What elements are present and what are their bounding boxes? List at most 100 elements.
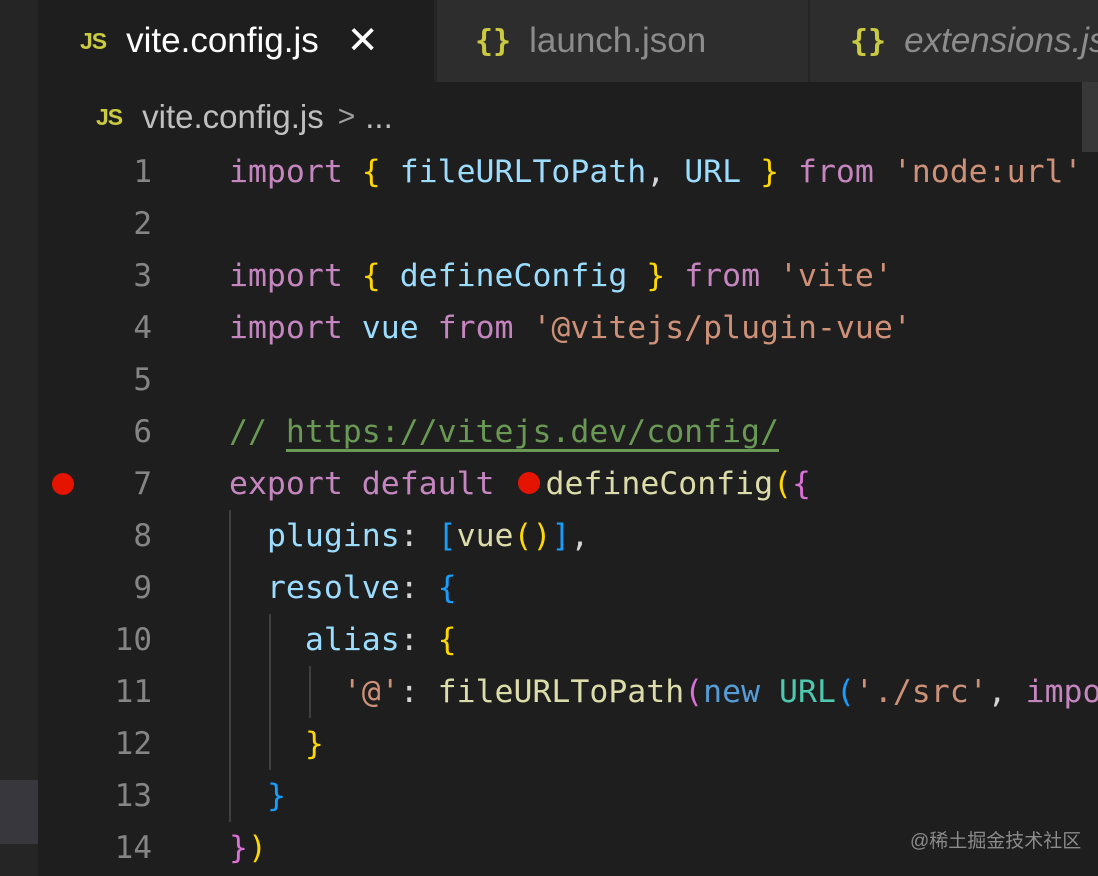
code-token: 'node:url' xyxy=(892,154,1083,190)
tab-extensions-json[interactable]: {} extensions.json xyxy=(809,0,1098,82)
code-token: ( xyxy=(835,674,855,710)
activity-highlight xyxy=(0,780,38,844)
code-line[interactable]: 5 xyxy=(38,354,1098,406)
code-text: export default defineConfig({ xyxy=(229,458,811,510)
code-token: 'vite' xyxy=(779,258,893,294)
code-line[interactable]: 13 } xyxy=(38,770,1098,822)
line-number: 7 xyxy=(133,466,152,502)
code-token: defineConfig xyxy=(545,466,774,502)
line-number: 2 xyxy=(133,206,152,242)
code-token: } xyxy=(229,830,248,866)
code-text: resolve: { xyxy=(229,562,457,614)
code-line[interactable]: 8 plugins: [vue()], xyxy=(38,510,1098,562)
line-number: 10 xyxy=(114,622,152,658)
code-line[interactable]: 4 import vue from '@vitejs/plugin-vue' xyxy=(38,302,1098,354)
code-token: vue xyxy=(361,310,419,346)
tab-label: launch.json xyxy=(529,21,707,60)
tab-label: extensions.json xyxy=(904,21,1098,60)
tab-label: vite.config.js xyxy=(126,21,319,60)
line-number: 6 xyxy=(133,414,152,450)
code-line[interactable]: 9 resolve: { xyxy=(38,562,1098,614)
code-token: URL xyxy=(779,674,836,710)
code-text: alias: { xyxy=(229,614,457,666)
code-line[interactable]: 12 } xyxy=(38,718,1098,770)
code-token: , xyxy=(646,154,685,190)
code-token: : xyxy=(399,674,438,710)
line-number: 8 xyxy=(133,518,152,554)
code-token: ) xyxy=(247,830,267,866)
code-token: default xyxy=(361,466,495,502)
code-line[interactable]: 11 '@': fileURLToPath(new URL('./src', i… xyxy=(38,666,1098,718)
code-token: new xyxy=(703,674,761,710)
code-token: from xyxy=(798,154,874,190)
code-text: // https://vitejs.dev/config/ xyxy=(229,406,779,458)
code-token: import xyxy=(229,258,343,294)
code-line[interactable]: 1 import { fileURLToPath, URL } from 'nod… xyxy=(38,146,1098,198)
code-token: : xyxy=(399,518,438,554)
code-editor[interactable]: 1 import { fileURLToPath, URL } from 'nod… xyxy=(38,146,1098,876)
tab-vite-config[interactable]: JS vite.config.js ✕ xyxy=(38,0,434,82)
code-token: import xyxy=(1025,674,1098,710)
code-text: import vue from '@vitejs/plugin-vue' xyxy=(229,302,912,354)
code-token: export xyxy=(229,466,343,502)
code-line[interactable]: 7 export default defineConfig({ xyxy=(38,458,1098,510)
code-token: vue xyxy=(456,518,514,554)
code-token: import xyxy=(229,310,343,346)
code-token: ( xyxy=(684,674,704,710)
code-token: from xyxy=(437,310,514,346)
code-line[interactable]: 3 import { defineConfig } from 'vite' xyxy=(38,250,1098,302)
code-text: }) xyxy=(229,822,267,874)
code-token: URL xyxy=(684,154,742,190)
code-text: '@': fileURLToPath(new URL('./src', impo… xyxy=(229,666,1098,718)
close-icon[interactable]: ✕ xyxy=(347,22,379,60)
inline-breakpoint-icon[interactable] xyxy=(517,472,540,494)
scrollbar-thumb[interactable] xyxy=(1082,82,1098,152)
code-text: import { defineConfig } from 'vite' xyxy=(229,250,893,302)
line-number: 5 xyxy=(133,362,152,398)
code-token: } xyxy=(304,726,324,762)
chevron-right-icon: > xyxy=(337,100,356,133)
code-token: ] xyxy=(551,518,571,554)
code-token: defineConfig xyxy=(399,258,628,294)
breadcrumb-file[interactable]: vite.config.js xyxy=(142,98,324,136)
line-number: 11 xyxy=(114,674,152,710)
code-token: resolve xyxy=(266,570,400,606)
code-token: import xyxy=(229,154,343,190)
code-token: { xyxy=(361,154,381,190)
code-token: ( xyxy=(773,466,793,502)
breadcrumb-more[interactable]: ... xyxy=(365,98,393,136)
json-file-icon: {} xyxy=(475,23,512,59)
code-token: () xyxy=(513,518,552,554)
code-text: import { fileURLToPath, URL } from 'node… xyxy=(229,146,1082,198)
json-file-icon: {} xyxy=(850,23,887,59)
code-token: fileURLToPath xyxy=(437,674,685,710)
code-token: : xyxy=(399,622,438,658)
code-line[interactable]: 10 alias: { xyxy=(38,614,1098,666)
code-line[interactable]: 6 // https://vitejs.dev/config/ xyxy=(38,406,1098,458)
javascript-file-icon: JS xyxy=(80,27,107,54)
code-token: } xyxy=(760,154,780,190)
activity-bar-edge xyxy=(0,0,38,876)
code-line[interactable]: 2 xyxy=(38,198,1098,250)
code-token: https://vitejs.dev/config/ xyxy=(285,414,779,450)
code-token: fileURLToPath xyxy=(399,154,647,190)
tab-launch-json[interactable]: {} launch.json xyxy=(436,0,808,82)
code-token: , xyxy=(570,518,590,554)
code-token: : xyxy=(399,570,438,606)
line-number: 1 xyxy=(133,154,152,190)
